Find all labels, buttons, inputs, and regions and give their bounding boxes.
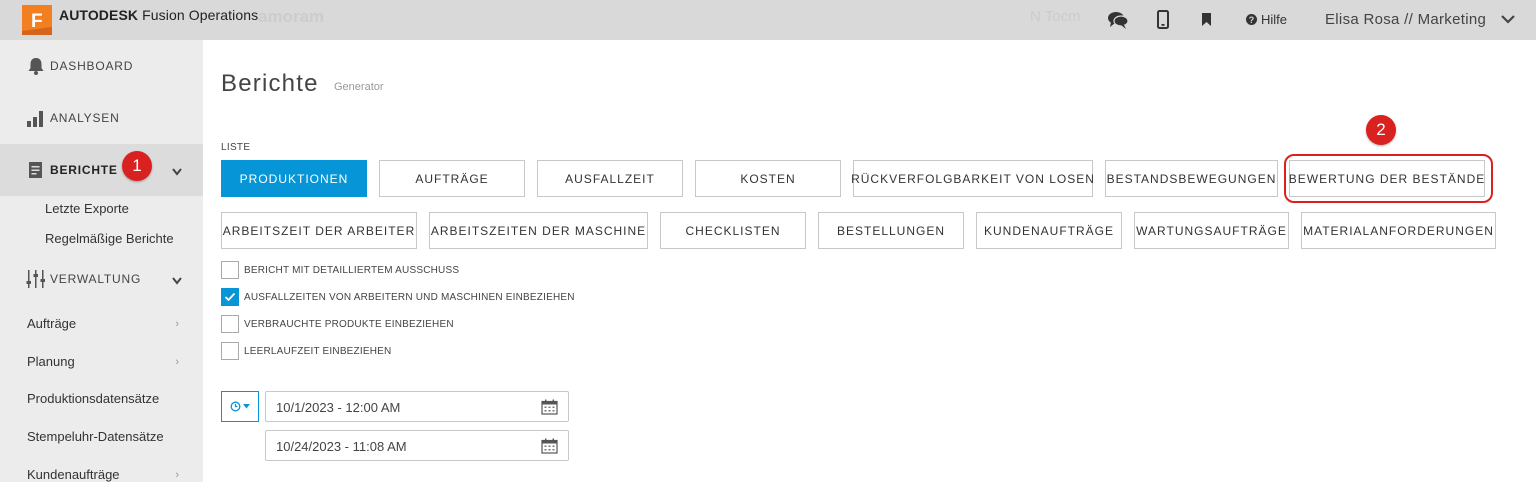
sidebar-subitem-label: Produktionsdatensätze [27,391,160,406]
report-button-arbeitszeiten-der-maschine[interactable]: ARBEITSZEITEN DER MASCHINE [429,212,648,249]
sliders-icon [26,269,46,289]
page-subtitle: Generator [334,81,384,93]
checkbox-ausfallzeiten[interactable]: AUSFALLZEITEN VON ARBEITERN UND MASCHINE… [221,288,575,306]
report-button-arbeitszeit-der-arbeiter[interactable]: ARBEITSZEIT DER ARBEITER [221,212,417,249]
sidebar-subitem-label: Kundenaufträge [27,467,120,482]
report-button-kundenauftraege[interactable]: KUNDENAUFTRÄGE [976,212,1122,249]
chevron-right-icon: › [175,356,179,368]
sidebar-subitem-stempeluhr[interactable]: Stempeluhr-Datensätze [27,429,187,444]
sidebar-subitem-letzte-exporte[interactable]: Letzte Exporte [45,201,129,216]
date-to-input[interactable] [276,437,536,455]
sidebar-subitem-regelmaessige-berichte[interactable]: Regelmäßige Berichte [45,231,174,246]
sidebar-subitem-kundenauftraege[interactable]: Kundenaufträge › [27,467,187,482]
user-menu[interactable]: Elisa Rosa // Marketing [1325,11,1486,28]
chevron-down-icon[interactable] [1500,12,1516,31]
caret-down-icon [243,404,250,409]
annotation-badge-2: 2 [1366,115,1396,145]
checkbox-box[interactable] [221,315,239,333]
brand-bold: AUTODESK [59,7,139,23]
checkbox-box[interactable] [221,342,239,360]
chevron-right-icon: › [175,469,179,481]
checkbox-label: VERBRAUCHTE PRODUKTE EINBEZIEHEN [244,318,454,330]
sidebar-item-label: DASHBOARD [50,59,134,73]
chat-icon[interactable] [1107,9,1129,31]
sidebar-subitem-planung[interactable]: Planung › [27,354,187,369]
sidebar-subitem-produktionsdatensaetze[interactable]: Produktionsdatensätze [27,391,187,406]
top-bar: F AUTODESK Fusion Operations amoram N To… [0,0,1536,40]
sidebar-subitem-label: Stempeluhr-Datensätze [27,429,164,444]
sidebar-subitem-label: Planung [27,354,75,369]
sidebar-item-berichte[interactable]: BERICHTE [0,144,203,196]
sidebar-item-label: VERWALTUNG [50,272,142,286]
annotation-highlight-box [1284,154,1493,203]
calendar-icon[interactable] [541,399,558,420]
report-icon [26,160,46,180]
mobile-icon[interactable] [1152,9,1174,31]
page-title: Berichte [221,70,319,97]
sidebar-item-verwaltung[interactable]: VERWALTUNG [0,253,203,305]
bookmark-icon[interactable] [1196,9,1218,31]
chevron-down-icon[interactable] [171,164,183,182]
report-button-auftraege[interactable]: AUFTRÄGE [379,160,525,197]
list-label: LISTE [221,142,251,153]
checkbox-box[interactable] [221,261,239,279]
bell-icon [26,56,46,76]
checkbox-detaillierter-ausschuss[interactable]: BERICHT MIT DETAILLIERTEM AUSSCHUSS [221,261,459,279]
calendar-icon[interactable] [541,438,558,459]
bar-chart-icon [26,108,46,128]
help-label: Hilfe [1261,12,1288,27]
help-link[interactable]: ? Hilfe [1246,12,1287,27]
report-button-rueckverfolgbarkeit[interactable]: RÜCKVERFOLGBARKEIT VON LOSEN [851,160,1094,197]
clock-icon [230,401,241,412]
checkmark-icon [224,292,236,302]
sidebar: DASHBOARD ANALYSEN BERICHTE 1 Letzte Exp… [0,40,203,482]
checkbox-label: AUSFALLZEITEN VON ARBEITERN UND MASCHINE… [244,291,575,303]
date-from-field[interactable] [265,391,569,422]
checkbox-box[interactable] [221,288,239,306]
report-button-ausfallzeit[interactable]: AUSFALLZEIT [537,160,683,197]
report-button-wartungsauftraege[interactable]: WARTUNGSAUFTRÄGE [1134,212,1289,249]
watermark-right: N Tocm [1030,8,1081,25]
watermark-left: amoram [258,7,325,26]
time-preset-button[interactable] [221,391,259,422]
brand-product: Fusion Operations [142,7,259,23]
checkbox-verbrauchte-produkte[interactable]: VERBRAUCHTE PRODUKTE EINBEZIEHEN [221,315,454,333]
date-from-input[interactable] [276,398,536,416]
report-button-bestellungen[interactable]: BESTELLUNGEN [818,212,964,249]
checkbox-label: BERICHT MIT DETAILLIERTEM AUSSCHUSS [244,264,460,276]
chevron-down-icon[interactable] [171,273,183,291]
sidebar-subitem-label: Aufträge [27,316,77,331]
date-to-field[interactable] [265,430,569,461]
help-icon: ? [1246,14,1257,25]
checkbox-leerlaufzeit[interactable]: LEERLAUFZEIT EINBEZIEHEN [221,342,391,360]
report-button-checklisten[interactable]: CHECKLISTEN [660,212,806,249]
sidebar-item-analysen[interactable]: ANALYSEN [0,92,203,144]
sidebar-subitem-auftraege[interactable]: Aufträge › [27,316,187,331]
chevron-right-icon: › [175,318,179,330]
sidebar-item-label: ANALYSEN [50,111,120,125]
report-button-bestandsbewegungen[interactable]: BESTANDSBEWEGUNGEN [1105,160,1278,197]
checkbox-label: LEERLAUFZEIT EINBEZIEHEN [244,345,392,357]
report-button-produktionen[interactable]: PRODUKTIONEN [221,160,367,197]
brand-name: AUTODESK Fusion Operations [59,7,258,23]
autodesk-logo-icon[interactable]: F [22,5,52,35]
report-button-materialanforderungen[interactable]: MATERIALANFORDERUNGEN [1301,212,1496,249]
svg-text:F: F [31,11,43,32]
report-button-kosten[interactable]: KOSTEN [695,160,841,197]
annotation-badge-1: 1 [122,151,152,181]
sidebar-item-label: BERICHTE [50,163,118,177]
sidebar-item-dashboard[interactable]: DASHBOARD [0,40,203,92]
